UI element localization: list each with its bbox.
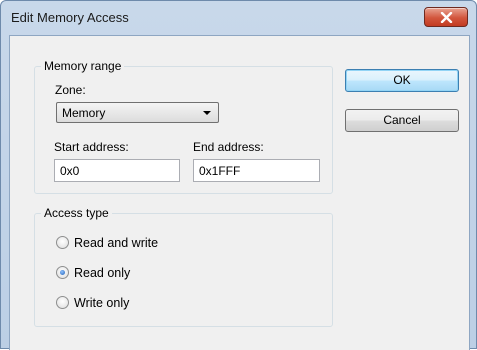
- end-address-label: End address:: [193, 140, 264, 154]
- radio-label: Write only: [74, 296, 130, 310]
- chevron-down-icon: [203, 111, 211, 115]
- ok-button[interactable]: OK: [345, 69, 459, 92]
- end-address-input[interactable]: [194, 160, 319, 181]
- dialog-title: Edit Memory Access: [11, 10, 129, 25]
- start-address-field[interactable]: [54, 159, 180, 182]
- radio-label: Read and write: [74, 236, 159, 250]
- close-button[interactable]: [424, 7, 468, 27]
- dialog-client-area: Memory range Zone: Memory Start address:…: [9, 35, 470, 350]
- zone-selected-value: Memory: [62, 106, 106, 120]
- close-icon: [440, 12, 453, 23]
- radio-label: Read only: [74, 266, 131, 280]
- radio-button-checked-icon[interactable]: [56, 266, 69, 279]
- title-bar[interactable]: Edit Memory Access: [1, 1, 476, 35]
- cancel-button[interactable]: Cancel: [345, 109, 459, 132]
- access-type-legend: Access type: [41, 206, 112, 220]
- access-type-group: Access type Read and write Read only Wri…: [34, 206, 333, 327]
- radio-button-icon[interactable]: [56, 296, 69, 309]
- end-address-field[interactable]: [193, 159, 320, 182]
- dialog-window: Edit Memory Access Memory range Zone: Me…: [0, 0, 477, 350]
- memory-range-group: Memory range Zone: Memory Start address:…: [34, 59, 333, 194]
- zone-dropdown[interactable]: Memory: [56, 102, 219, 123]
- radio-button-icon[interactable]: [56, 236, 69, 249]
- zone-label: Zone:: [55, 83, 86, 97]
- memory-range-legend: Memory range: [41, 59, 125, 73]
- start-address-input[interactable]: [55, 160, 179, 181]
- start-address-label: Start address:: [54, 140, 129, 154]
